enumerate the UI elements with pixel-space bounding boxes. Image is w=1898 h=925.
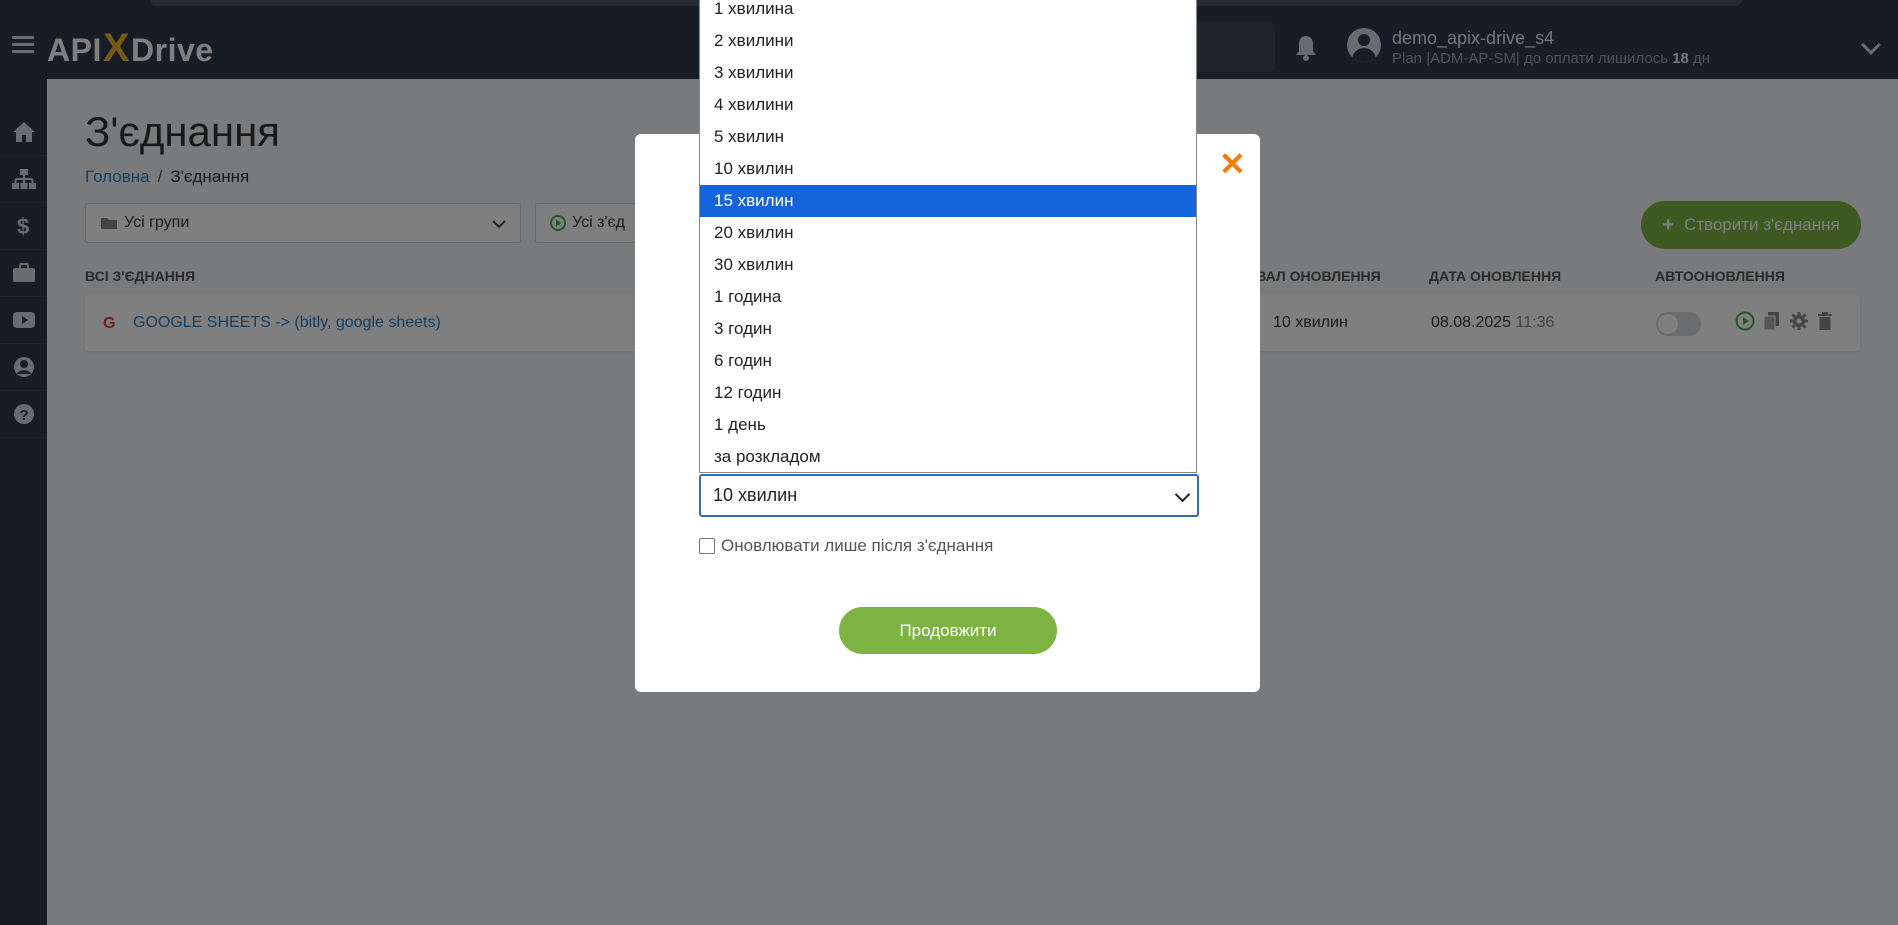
- dropdown-option[interactable]: 12 годин: [700, 377, 1196, 409]
- dropdown-option[interactable]: 1 хвилина: [700, 0, 1196, 25]
- dropdown-option[interactable]: 4 хвилини: [700, 89, 1196, 121]
- dropdown-option[interactable]: 10 хвилин: [700, 153, 1196, 185]
- dropdown-option[interactable]: 2 хвилини: [700, 25, 1196, 57]
- continue-button[interactable]: Продовжити: [839, 607, 1057, 654]
- dropdown-option[interactable]: 30 хвилин: [700, 249, 1196, 281]
- dropdown-option[interactable]: 3 годин: [700, 313, 1196, 345]
- dropdown-option[interactable]: 15 хвилин: [700, 185, 1196, 217]
- dropdown-option[interactable]: 1 день: [700, 409, 1196, 441]
- update-after-connection-checkbox-row[interactable]: Оновлювати лише після з'єднання: [699, 536, 993, 556]
- chevron-down-icon: [1174, 486, 1191, 503]
- checkbox-label: Оновлювати лише після з'єднання: [721, 536, 994, 555]
- dropdown-option[interactable]: 6 годин: [700, 345, 1196, 377]
- interval-select[interactable]: 10 хвилин: [699, 474, 1199, 517]
- dropdown-option[interactable]: 20 хвилин: [700, 217, 1196, 249]
- update-after-connection-checkbox[interactable]: [699, 538, 715, 554]
- dropdown-option[interactable]: за розкладом: [700, 441, 1196, 473]
- dropdown-option[interactable]: 3 хвилини: [700, 57, 1196, 89]
- close-icon[interactable]: ✕: [1219, 148, 1246, 180]
- interval-selected-value: 10 хвилин: [713, 485, 798, 505]
- interval-dropdown-list: 1 хвилина 2 хвилини 3 хвилини 4 хвилини …: [699, 0, 1197, 473]
- dropdown-option[interactable]: 1 година: [700, 281, 1196, 313]
- dropdown-option[interactable]: 5 хвилин: [700, 121, 1196, 153]
